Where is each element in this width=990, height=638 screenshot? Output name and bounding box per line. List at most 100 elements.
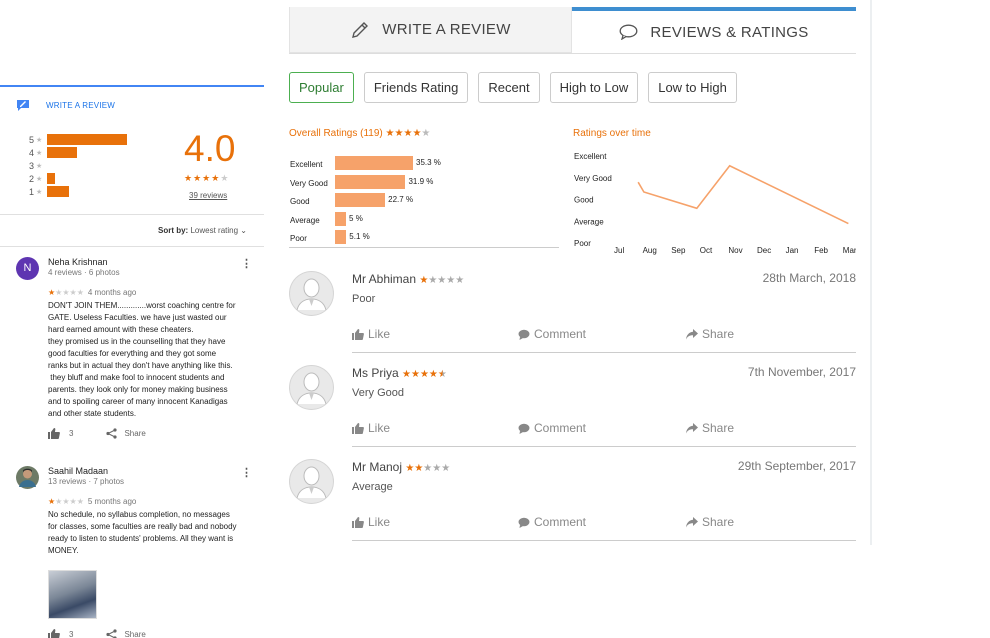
share-button[interactable]: Share [686,515,734,529]
tab-label: REVIEWS & RATINGS [650,23,809,41]
reviews-count-link[interactable]: 39 reviews [189,191,227,200]
filter-high-to-low[interactable]: High to Low [549,72,639,103]
google-review-card: N Neha Krishnan 4 reviews · 6 photos ⋮ ★… [16,257,256,447]
write-review-link[interactable]: WRITE A REVIEW [16,99,115,111]
avatar[interactable] [289,271,334,316]
review-photo[interactable] [48,570,97,619]
divider [0,246,264,247]
comment-icon [518,423,530,434]
rating-bar-value: 5.1 % [349,232,370,241]
tab-label: WRITE A REVIEW [382,21,511,38]
reviewer-name[interactable]: Mr Abhiman ★★★★★ [352,272,464,286]
rating-bar-row: Average 5 % [289,211,559,231]
overall-title-text: Overall Ratings (119) [289,128,383,139]
share-button[interactable]: Share [686,327,734,341]
avatar[interactable] [289,459,334,504]
share-icon [106,428,118,439]
default-avatar-icon [289,271,334,316]
share-button[interactable]: Share [686,421,734,435]
comment-button[interactable]: Comment [518,515,586,529]
review-text-line: and to spoiling career of many innocent … [48,397,228,406]
reviews-ratings-panel: WRITE A REVIEW REVIEWS & RATINGS Popular… [289,0,856,545]
panel-border [870,0,872,545]
like-label: Like [368,515,391,529]
y-tick-label: Poor [574,239,591,248]
filter-low-to-high[interactable]: Low to High [648,72,737,103]
default-avatar-icon [289,365,334,410]
histogram-star-label: 5 [29,134,35,145]
comment-button[interactable]: Comment [518,421,586,435]
sort-dropdown[interactable]: Sort by: Lowest rating ⌄ [158,226,247,235]
ratings-over-time-title: Ratings over time [573,128,651,139]
like-button[interactable]: Like [352,327,390,341]
share-button[interactable]: Share [106,629,146,638]
star-empty-icon: ★ [62,497,70,506]
more-options-icon[interactable]: ⋮ [241,466,252,479]
histogram-star-label: 2 [29,173,35,184]
tab-write-review[interactable]: WRITE A REVIEW [289,7,572,53]
sort-value: Lowest rating [190,226,239,235]
star-filled-icon: ★ [419,275,429,286]
star-rating: ★★★★★ [419,272,464,286]
thumbs-up-icon [352,422,364,434]
avatar[interactable]: N [16,257,39,280]
like-button[interactable]: 3 [48,629,73,638]
star-empty-icon: ★ [455,275,465,286]
rating-histogram: 5 ★ 4 ★ 3 ★ 2 ★ 1 ★ [29,133,127,198]
review-time: 4 months ago [87,288,137,297]
page: WRITE A REVIEW 5 ★ 4 ★ 3 ★ 2 ★ 1 ★ 4.0 ★★★★★ 39 r… [0,0,990,638]
share-button[interactable]: Share [106,428,146,439]
filter-friends-rating[interactable]: Friends Rating [363,72,469,103]
tab-reviews-ratings[interactable]: REVIEWS & RATINGS [572,7,856,53]
avatar-photo-icon [19,468,36,487]
like-count: 3 [69,630,74,638]
reviewer-meta: 4 reviews · 6 photos [48,268,120,277]
review-date: 7th November, 2017 [747,365,856,379]
avatar[interactable] [289,365,334,410]
like-button[interactable]: Like [352,515,390,529]
star-half-icon: ★ [437,369,447,380]
star-empty-icon: ★ [220,173,230,183]
write-review-label: WRITE A REVIEW [46,100,116,110]
review-actions: Like Comment Share [352,327,856,353]
rating-bar-label: Good [290,197,310,206]
x-tick-label: Sep [671,246,686,255]
comment-button[interactable]: Comment [518,327,586,341]
reviewer-name[interactable]: Neha Krishnan [48,257,108,267]
y-tick-label: Good [574,196,594,205]
rating-bar-label: Poor [290,234,307,243]
reviewer-name[interactable]: Saahil Madaan [48,466,108,476]
filter-popular[interactable]: Popular [289,72,354,103]
more-options-icon[interactable]: ⋮ [241,257,252,270]
filter-recent[interactable]: Recent [478,72,540,103]
ratings-trend-line [637,164,849,225]
rating-bar-row: Good 22.7 % [289,193,559,212]
overall-stars: ★★★★★ [386,128,431,139]
y-tick-label: Very Good [574,174,612,183]
review-text-line: ready to listen to students' problems. A… [48,534,234,543]
chevron-down-icon: ⌄ [240,226,247,235]
review-text: Poor [352,293,376,305]
rating-bar-row: Poor 5.1 % [289,230,559,249]
review-text: DON'T JOIN THEM.............worst coachi… [48,300,262,420]
review-text-line: good faculties for everything and they g… [48,349,217,358]
thumbs-up-icon [352,516,364,528]
star-icon: ★ [36,188,43,196]
like-button[interactable]: Like [352,421,390,435]
rating-bar-row: Excellent 35.3 % [289,156,559,175]
star-empty-icon: ★ [62,288,70,297]
thumbs-up-icon [352,328,364,340]
star-icon: ★ [36,175,43,183]
histogram-bar [47,147,77,158]
avatar[interactable] [16,466,39,489]
star-icon: ★ [36,136,43,144]
rating-bar-label: Excellent [290,160,323,169]
review-text-line: and other state students. [48,409,137,418]
reviewer-name[interactable]: Ms Priya ★★★★★ [352,366,447,380]
rating-bar-row: Very Good 31.9 % [289,174,559,194]
reviewer-name[interactable]: Mr Manoj ★★★★★ [352,460,450,474]
star-empty-icon: ★ [76,288,84,297]
star-filled-icon: ★ [193,173,203,183]
sort-label: Sort by: [158,226,189,235]
like-button[interactable]: 3 [48,428,73,439]
